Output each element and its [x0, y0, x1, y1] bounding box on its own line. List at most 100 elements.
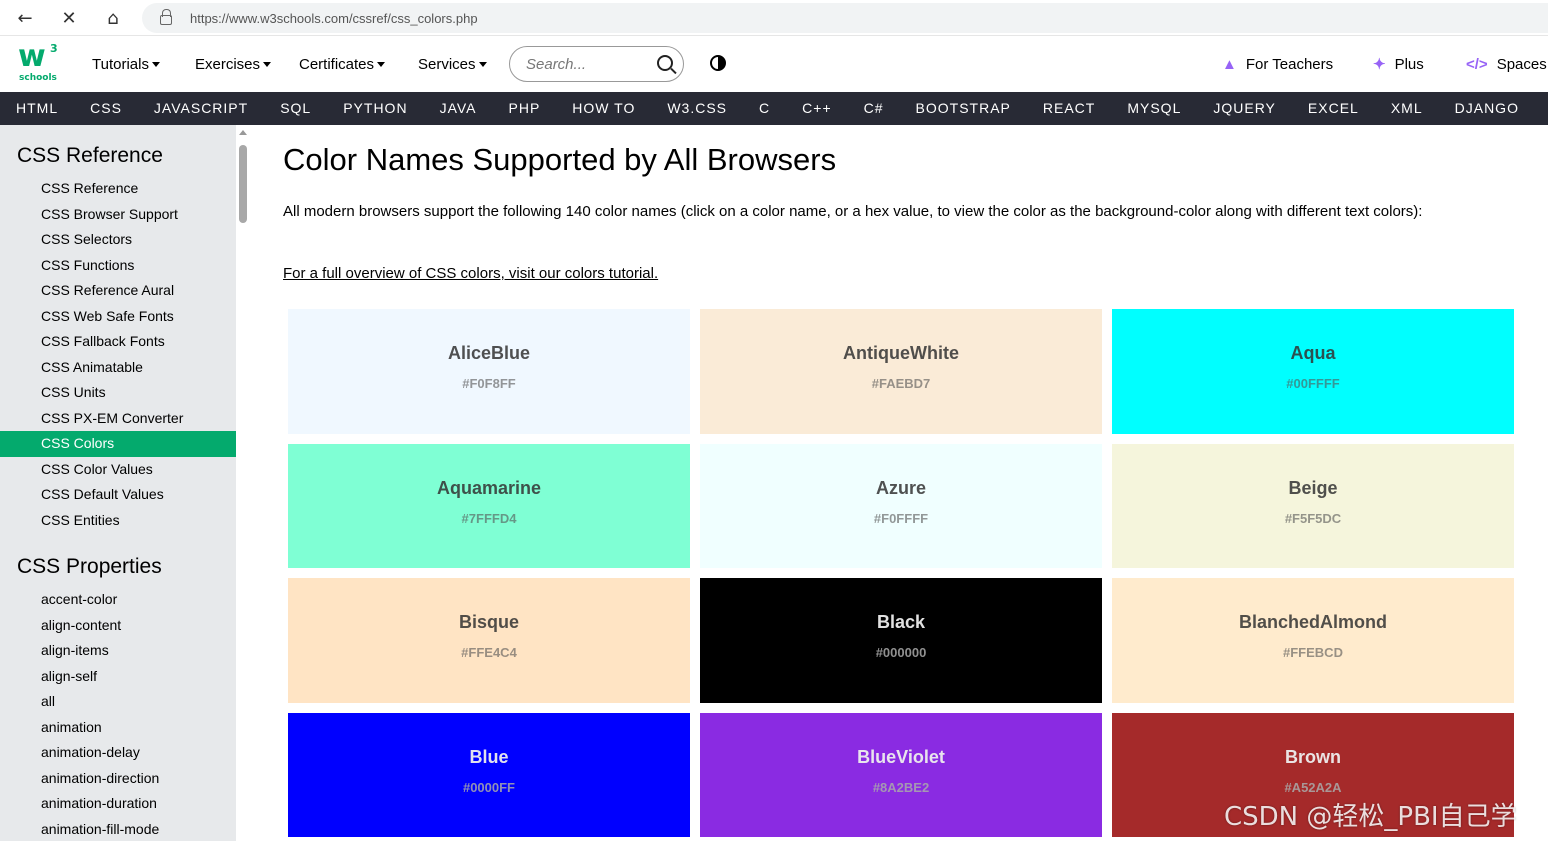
sidebar-item-css-selectors[interactable]: CSS Selectors — [0, 227, 236, 253]
sidebar-item-css-reference-aural[interactable]: CSS Reference Aural — [0, 278, 236, 304]
subject-c[interactable]: C++ — [786, 92, 847, 125]
color-hex[interactable]: #F0F8FF — [462, 376, 515, 391]
colors-tutorial-link[interactable]: For a full overview of CSS colors, visit… — [283, 265, 658, 282]
menu-services[interactable]: Services — [418, 36, 487, 92]
color-name[interactable]: Azure — [876, 478, 926, 499]
sidebar-item-css-browser-support[interactable]: CSS Browser Support — [0, 202, 236, 228]
color-hex[interactable]: #F5F5DC — [1285, 511, 1341, 526]
menu-tutorials[interactable]: Tutorials — [92, 36, 160, 92]
color-name[interactable]: Brown — [1285, 747, 1341, 768]
sidebar-item-css-reference[interactable]: CSS Reference — [0, 176, 236, 202]
color-name[interactable]: Beige — [1288, 478, 1337, 499]
close-icon[interactable]: ✕ — [47, 0, 91, 36]
sidebar-item-animation-delay[interactable]: animation-delay — [0, 740, 236, 766]
sidebar-item-animation-fill-mode[interactable]: animation-fill-mode — [0, 817, 236, 841]
color-hex[interactable]: #000000 — [876, 645, 927, 660]
sidebar-item-css-color-values[interactable]: CSS Color Values — [0, 457, 236, 483]
subject-c[interactable]: C# — [848, 92, 900, 125]
spaces-link[interactable]: </> Spaces — [1466, 36, 1547, 92]
sidebar-item-animation-duration[interactable]: animation-duration — [0, 791, 236, 817]
color-name[interactable]: BlanchedAlmond — [1239, 612, 1387, 633]
color-swatch-blue[interactable]: Blue #0000FF — [288, 712, 690, 837]
sidebar-item-css-animatable[interactable]: CSS Animatable — [0, 355, 236, 381]
color-name[interactable]: Bisque — [459, 612, 519, 633]
search-icon[interactable] — [657, 55, 673, 71]
subject-javascript[interactable]: JAVASCRIPT — [138, 92, 264, 125]
color-swatch-black[interactable]: Black #000000 — [700, 578, 1102, 703]
color-swatch-beige[interactable]: Beige #F5F5DC — [1112, 443, 1514, 568]
subject-bootstrap[interactable]: BOOTSTRAP — [900, 92, 1027, 125]
sidebar-item-align-content[interactable]: align-content — [0, 613, 236, 639]
scroll-thumb[interactable] — [239, 145, 247, 223]
color-name[interactable]: Aquamarine — [437, 478, 541, 499]
color-name[interactable]: Black — [877, 612, 925, 633]
color-hex[interactable]: #FAEBD7 — [872, 376, 931, 391]
for-teachers-link[interactable]: ▲ For Teachers — [1222, 36, 1333, 92]
color-swatch-azure[interactable]: Azure #F0FFFF — [700, 443, 1102, 568]
subject-python[interactable]: PYTHON — [327, 92, 423, 125]
color-swatch-aliceblue[interactable]: AliceBlue #F0F8FF — [288, 309, 690, 434]
subject-numpy[interactable]: NUMPY — [1535, 92, 1548, 125]
subject-sql[interactable]: SQL — [264, 92, 327, 125]
back-icon[interactable]: ← — [3, 0, 47, 36]
color-hex[interactable]: #A52A2A — [1284, 780, 1341, 795]
scroll-up-icon[interactable] — [239, 130, 247, 135]
subject-react[interactable]: REACT — [1027, 92, 1111, 125]
sidebar-item-all[interactable]: all — [0, 689, 236, 715]
color-swatch-antiquewhite[interactable]: AntiqueWhite #FAEBD7 — [700, 309, 1102, 434]
color-name[interactable]: BlueViolet — [857, 747, 945, 768]
logo-word: schools — [19, 73, 57, 83]
menu-certificates[interactable]: Certificates — [299, 36, 386, 92]
sidebar-item-align-items[interactable]: align-items — [0, 638, 236, 664]
color-name[interactable]: Blue — [469, 747, 508, 768]
color-hex[interactable]: #FFE4C4 — [461, 645, 517, 660]
sidebar-item-css-default-values[interactable]: CSS Default Values — [0, 482, 236, 508]
color-hex[interactable]: #F0FFFF — [874, 511, 928, 526]
subject-xml[interactable]: XML — [1375, 92, 1439, 125]
sidebar-scrollbar[interactable] — [236, 125, 250, 841]
subject-java[interactable]: JAVA — [424, 92, 493, 125]
subject-jquery[interactable]: JQUERY — [1197, 92, 1292, 125]
color-swatch-aqua[interactable]: Aqua #00FFFF — [1112, 309, 1514, 434]
sidebar-item-accent-color[interactable]: accent-color — [0, 587, 236, 613]
home-icon[interactable]: ⌂ — [91, 0, 135, 36]
color-name[interactable]: Aqua — [1291, 343, 1336, 364]
menu-tutorials-label: Tutorials — [92, 55, 149, 73]
color-hex[interactable]: #8A2BE2 — [873, 780, 929, 795]
color-hex[interactable]: #00FFFF — [1286, 376, 1339, 391]
sidebar-item-css-units[interactable]: CSS Units — [0, 380, 236, 406]
w3schools-logo[interactable]: w 3 schools — [18, 42, 60, 86]
subject-c[interactable]: C — [743, 92, 786, 125]
color-name[interactable]: AntiqueWhite — [843, 343, 959, 364]
sidebar-item-css-fallback-fonts[interactable]: CSS Fallback Fonts — [0, 329, 236, 355]
subject-django[interactable]: DJANGO — [1439, 92, 1535, 125]
contrast-toggle-icon[interactable] — [710, 55, 726, 71]
color-swatch-bisque[interactable]: Bisque #FFE4C4 — [288, 578, 690, 703]
sidebar-item-css-web-safe-fonts[interactable]: CSS Web Safe Fonts — [0, 304, 236, 330]
menu-exercises[interactable]: Exercises — [195, 36, 272, 92]
address-bar[interactable]: https://www.w3schools.com/cssref/css_col… — [142, 3, 1548, 33]
sidebar-item-css-functions[interactable]: CSS Functions — [0, 253, 236, 279]
sidebar-item-css-colors[interactable]: CSS Colors — [0, 431, 236, 457]
color-hex[interactable]: #0000FF — [463, 780, 515, 795]
sidebar-item-animation-direction[interactable]: animation-direction — [0, 766, 236, 792]
color-hex[interactable]: #7FFFD4 — [462, 511, 517, 526]
plus-link[interactable]: ✦ Plus — [1373, 36, 1424, 92]
subject-w3-css[interactable]: W3.CSS — [651, 92, 743, 125]
search-input[interactable]: Search... — [509, 46, 684, 82]
sidebar-item-animation[interactable]: animation — [0, 715, 236, 741]
subject-excel[interactable]: EXCEL — [1292, 92, 1375, 125]
sidebar-item-css-px-em-converter[interactable]: CSS PX-EM Converter — [0, 406, 236, 432]
color-swatch-blanchedalmond[interactable]: BlanchedAlmond #FFEBCD — [1112, 578, 1514, 703]
subject-how-to[interactable]: HOW TO — [556, 92, 651, 125]
sidebar-item-align-self[interactable]: align-self — [0, 664, 236, 690]
color-hex[interactable]: #FFEBCD — [1283, 645, 1343, 660]
color-name[interactable]: AliceBlue — [448, 343, 530, 364]
sidebar-item-css-entities[interactable]: CSS Entities — [0, 508, 236, 534]
subject-html[interactable]: HTML — [0, 92, 74, 125]
subject-css[interactable]: CSS — [74, 92, 138, 125]
color-swatch-blueviolet[interactable]: BlueViolet #8A2BE2 — [700, 712, 1102, 837]
subject-php[interactable]: PHP — [493, 92, 557, 125]
color-swatch-aquamarine[interactable]: Aquamarine #7FFFD4 — [288, 443, 690, 568]
subject-mysql[interactable]: MYSQL — [1111, 92, 1197, 125]
